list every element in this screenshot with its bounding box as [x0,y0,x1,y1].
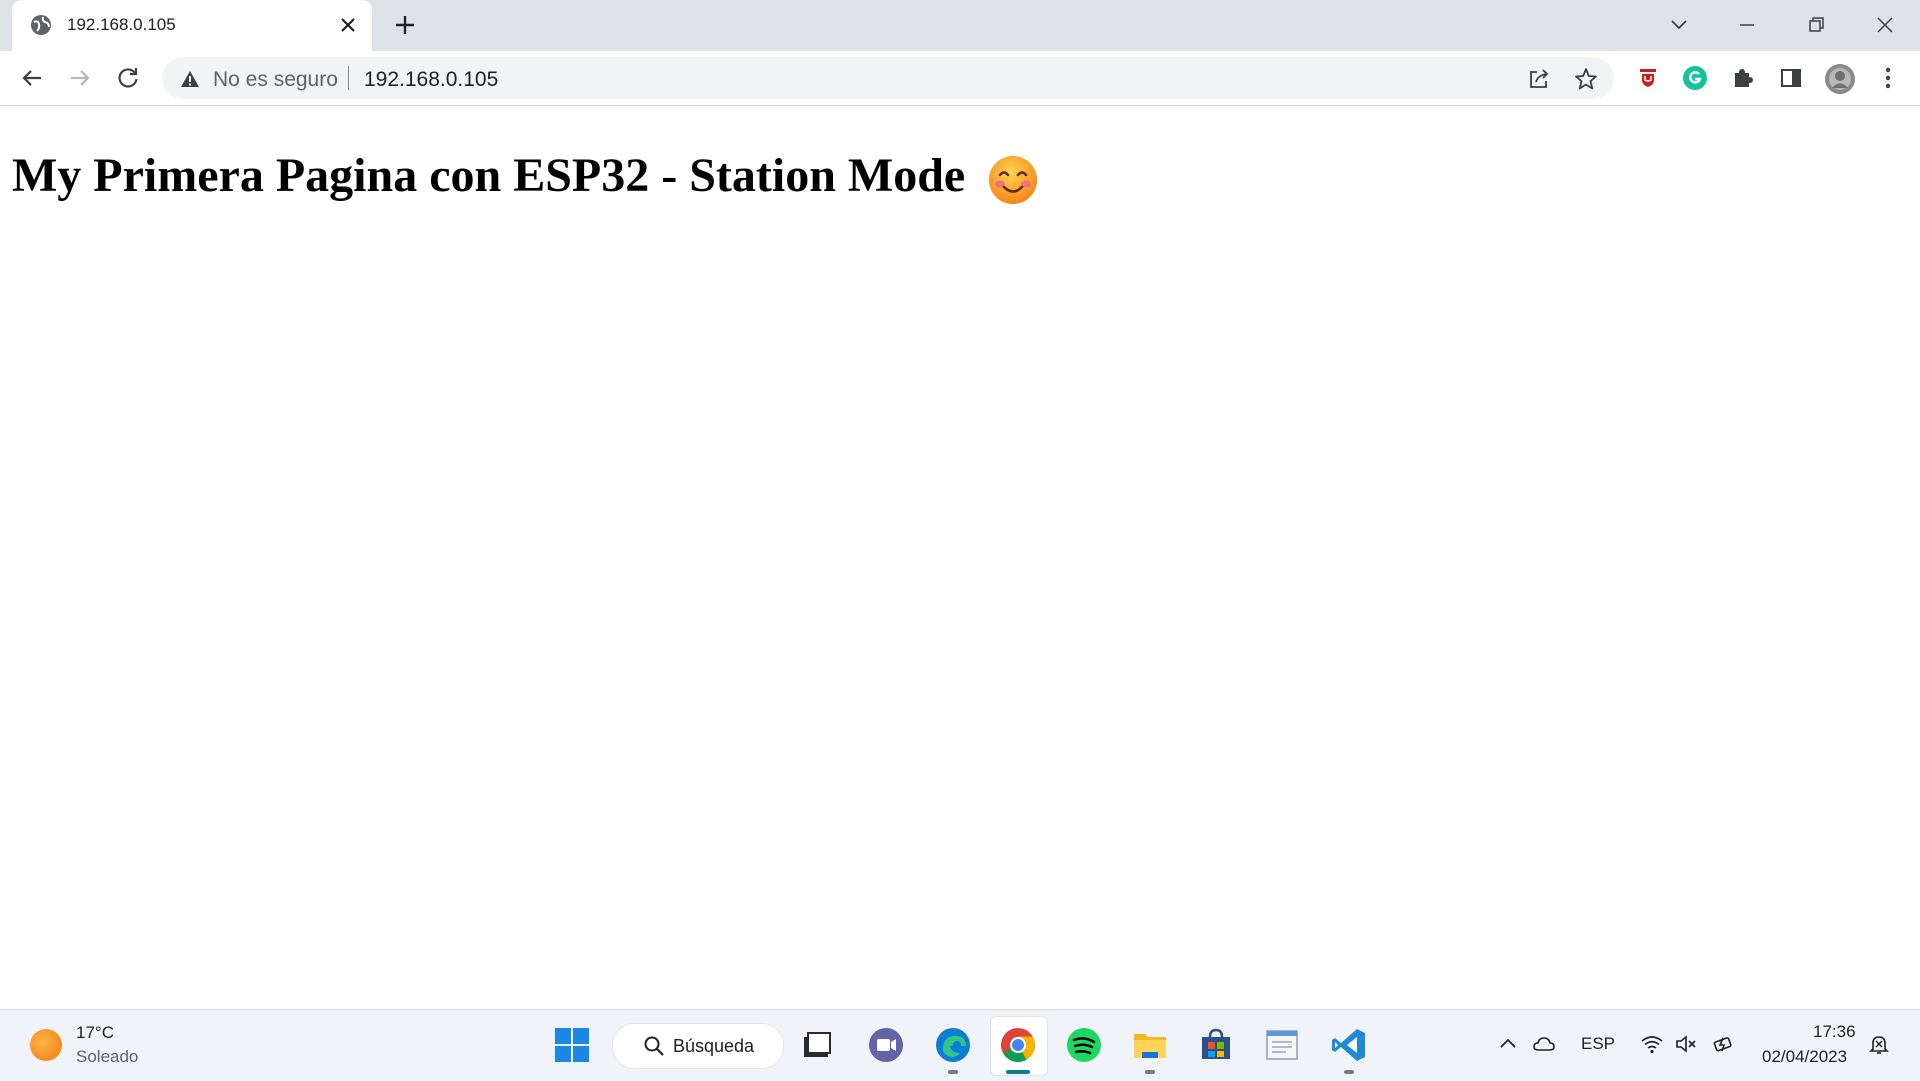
wifi-icon[interactable] [1640,1032,1664,1056]
search-icon [644,1036,664,1056]
taskbar: 17°C Soleado Búsqueda ESP 17:36 02/04/20… [0,1009,1920,1081]
chrome-active-indicator [1006,1070,1030,1074]
address-divider [348,66,349,90]
address-bar[interactable]: No es seguro 192.168.0.105 [162,57,1614,99]
tab-search-chevron-down-icon[interactable] [1664,10,1694,40]
vscode-icon[interactable] [1329,1025,1369,1065]
tab-title: 192.168.0.105 [67,15,176,34]
kebab-menu-icon[interactable] [1874,64,1902,92]
battery-charging-icon[interactable] [1712,1032,1736,1056]
side-panel-icon[interactable] [1777,64,1805,92]
grammarly-icon[interactable] [1681,64,1709,92]
file-manager-icon[interactable] [796,1025,836,1065]
page-title: My Primera Pagina con ESP32 - Station Mo… [12,148,1039,206]
speaker-muted-icon[interactable] [1674,1032,1698,1056]
back-arrow-icon[interactable] [18,64,46,92]
chrome-icon[interactable] [998,1025,1038,1065]
edge-running-indicator [948,1070,958,1074]
tab-close-icon[interactable] [337,14,359,36]
clock-date[interactable]: 02/04/2023 [1762,1047,1847,1067]
onedrive-cloud-icon[interactable] [1532,1032,1556,1056]
notification-bell-icon[interactable] [1867,1032,1891,1056]
shield-extension-icon[interactable] [1634,64,1662,92]
notepad-icon[interactable] [1262,1025,1302,1065]
clock-time[interactable]: 17:36 [1813,1022,1856,1042]
bookmark-star-icon[interactable] [1573,66,1599,92]
security-label[interactable]: No es seguro [213,68,338,92]
weather-condition[interactable]: Soleado [76,1047,138,1067]
windows-start-icon[interactable] [552,1025,592,1065]
globe-icon [30,14,52,36]
file-explorer-icon[interactable] [1130,1025,1170,1065]
new-tab-plus-icon[interactable] [392,12,418,38]
edge-icon[interactable] [933,1025,973,1065]
forward-arrow-icon[interactable] [66,64,94,92]
spotify-icon[interactable] [1064,1025,1104,1065]
warning-triangle-icon[interactable] [180,69,200,89]
teams-icon[interactable] [866,1025,906,1065]
share-icon[interactable] [1526,66,1552,92]
tab-strip: 192.168.0.105 [0,0,1920,51]
vscode-running-indicator [1344,1070,1354,1074]
smiling-face-icon [987,154,1039,206]
language-indicator[interactable]: ESP [1581,1034,1615,1054]
profile-avatar-icon[interactable] [1825,64,1855,94]
puzzle-extensions-icon[interactable] [1729,64,1757,92]
explorer-running-indicator [1145,1070,1155,1074]
tab-active[interactable]: 192.168.0.105 [12,0,372,51]
url-text[interactable]: 192.168.0.105 [364,68,498,92]
search-label: Búsqueda [673,1036,755,1056]
sun-icon[interactable] [30,1029,62,1061]
chevron-up-icon[interactable] [1496,1032,1520,1056]
minimize-icon[interactable] [1732,10,1762,40]
restore-icon[interactable] [1801,10,1831,40]
weather-temperature[interactable]: 17°C [76,1023,114,1043]
store-icon[interactable] [1196,1025,1236,1065]
page-title-text: My Primera Pagina con ESP32 - Station Mo… [12,149,966,202]
close-window-icon[interactable] [1870,10,1900,40]
taskbar-search[interactable]: Búsqueda [612,1023,784,1069]
browser-toolbar: No es seguro 192.168.0.105 [0,51,1920,106]
reload-icon[interactable] [114,64,142,92]
